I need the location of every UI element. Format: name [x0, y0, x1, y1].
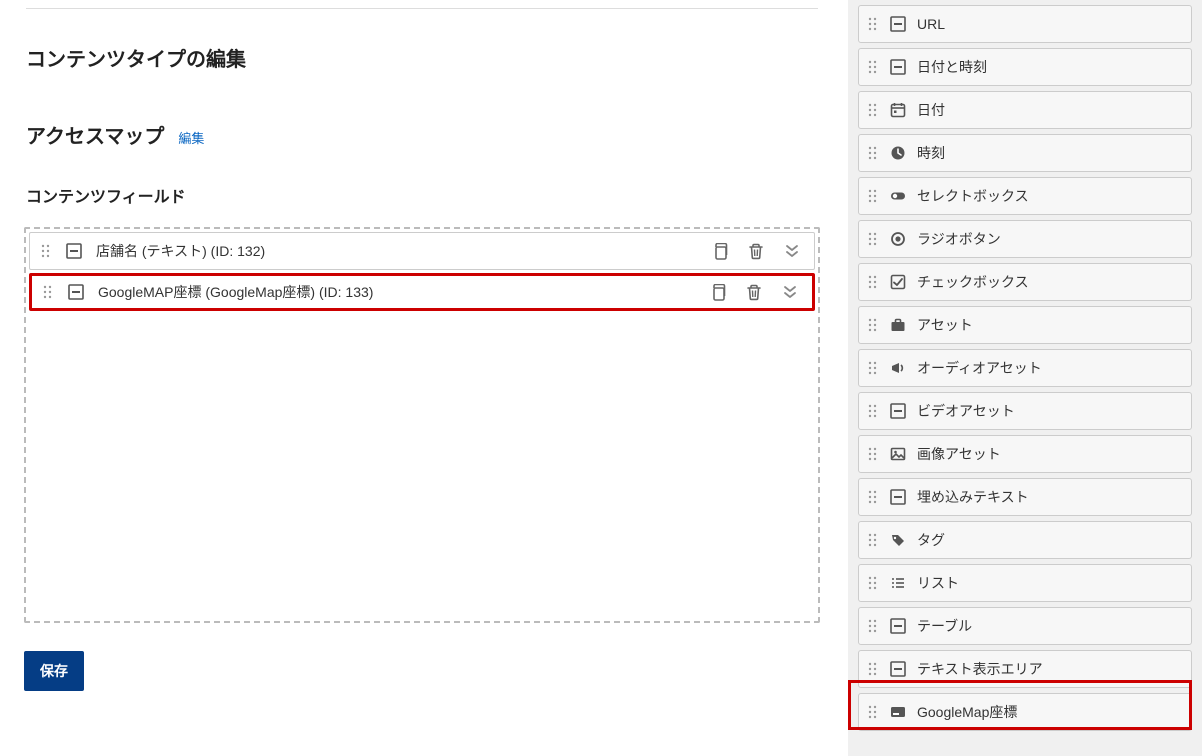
- palette-item-label: タグ: [911, 530, 945, 550]
- drag-handle-icon[interactable]: [32, 284, 62, 300]
- drag-handle-icon[interactable]: [859, 16, 885, 32]
- field-row[interactable]: GoogleMAP座標 (GoogleMap座標) (ID: 133): [29, 273, 815, 311]
- palette-item[interactable]: タグ: [858, 521, 1192, 559]
- palette-item-label: リスト: [911, 573, 959, 593]
- duplicate-icon[interactable]: [710, 284, 726, 301]
- palette-item-label: ラジオボタン: [911, 229, 1001, 249]
- palette-item[interactable]: 日付と時刻: [858, 48, 1192, 86]
- main-content: コンテンツタイプの編集 アクセスマップ 編集 コンテンツフィールド 店舗名 (テ…: [24, 0, 820, 691]
- drag-handle-icon[interactable]: [859, 231, 885, 247]
- palette-item[interactable]: GoogleMap座標: [858, 693, 1192, 731]
- palette-item-label: チェックボックス: [911, 272, 1029, 292]
- list-icon: [885, 575, 911, 591]
- drag-handle-icon[interactable]: [859, 446, 885, 462]
- palette-item-label: GoogleMap座標: [911, 702, 1017, 722]
- field-label: GoogleMAP座標 (GoogleMap座標) (ID: 133): [90, 282, 710, 302]
- text-box-icon: [885, 661, 911, 677]
- palette-item[interactable]: テーブル: [858, 607, 1192, 645]
- fields-drop-panel[interactable]: 店舗名 (テキスト) (ID: 132) GoogleMAP座標 (Google…: [24, 227, 820, 623]
- save-button[interactable]: 保存: [24, 651, 84, 691]
- edit-link[interactable]: 編集: [178, 128, 204, 147]
- drag-handle-icon[interactable]: [859, 575, 885, 591]
- drag-handle-icon[interactable]: [859, 59, 885, 75]
- palette-item-label: オーディオアセット: [911, 358, 1042, 378]
- text-box-icon: [60, 243, 88, 259]
- palette-item-label: 時刻: [911, 143, 945, 163]
- text-box-icon: [62, 284, 90, 300]
- palette-item[interactable]: 日付: [858, 91, 1192, 129]
- expand-icon[interactable]: [782, 284, 798, 300]
- palette-item[interactable]: ラジオボタン: [858, 220, 1192, 258]
- text-box-icon: [885, 618, 911, 634]
- palette-item[interactable]: セレクトボックス: [858, 177, 1192, 215]
- palette-item-label: 埋め込みテキスト: [911, 487, 1029, 507]
- palette-item-label: ビデオアセット: [911, 401, 1015, 421]
- palette-item-label: セレクトボックス: [911, 186, 1029, 206]
- delete-icon[interactable]: [746, 284, 762, 301]
- drag-handle-icon[interactable]: [859, 145, 885, 161]
- palette-item[interactable]: URL: [858, 5, 1192, 43]
- palette-item-label: テーブル: [911, 616, 972, 636]
- palette-item[interactable]: チェックボックス: [858, 263, 1192, 301]
- checkbox-icon: [885, 274, 911, 290]
- delete-icon[interactable]: [748, 243, 764, 260]
- palette-item[interactable]: 画像アセット: [858, 435, 1192, 473]
- palette-item[interactable]: リスト: [858, 564, 1192, 602]
- palette-list: URL 日付と時刻日付時刻セレクトボックスラジオボタンチェックボックスアセットオー…: [858, 5, 1192, 731]
- palette-item[interactable]: 埋め込みテキスト: [858, 478, 1192, 516]
- drag-handle-icon[interactable]: [859, 489, 885, 505]
- page-title: コンテンツタイプの編集: [26, 43, 820, 72]
- card-icon: [885, 704, 911, 720]
- drag-handle-icon[interactable]: [859, 532, 885, 548]
- field-row[interactable]: 店舗名 (テキスト) (ID: 132): [29, 232, 815, 270]
- image-icon: [885, 446, 911, 462]
- clock-icon: [885, 145, 911, 161]
- palette-item-label: 日付と時刻: [911, 57, 987, 77]
- tag-icon: [885, 532, 911, 548]
- text-box-icon: [885, 403, 911, 419]
- palette-item[interactable]: 時刻: [858, 134, 1192, 172]
- drag-handle-icon[interactable]: [859, 704, 885, 720]
- palette-item[interactable]: アセット: [858, 306, 1192, 344]
- top-divider: [26, 8, 818, 9]
- text-box-icon: [885, 16, 911, 32]
- text-box-icon: [885, 59, 911, 75]
- drag-handle-icon[interactable]: [859, 618, 885, 634]
- palette-item[interactable]: オーディオアセット: [858, 349, 1192, 387]
- drag-handle-icon[interactable]: [859, 403, 885, 419]
- text-box-icon: [885, 489, 911, 505]
- field-palette-sidebar: URL 日付と時刻日付時刻セレクトボックスラジオボタンチェックボックスアセットオー…: [848, 0, 1202, 756]
- drag-handle-icon[interactable]: [30, 243, 60, 259]
- palette-item-label: アセット: [911, 315, 973, 335]
- field-label: 店舗名 (テキスト) (ID: 132): [88, 241, 712, 261]
- drag-handle-icon[interactable]: [859, 317, 885, 333]
- drag-handle-icon[interactable]: [859, 661, 885, 677]
- palette-item-label: テキスト表示エリア: [911, 659, 1043, 679]
- fields-heading: コンテンツフィールド: [26, 183, 820, 207]
- palette-item-label: 日付: [911, 100, 945, 120]
- toggle-icon: [885, 188, 911, 204]
- palette-item[interactable]: ビデオアセット: [858, 392, 1192, 430]
- drag-handle-icon[interactable]: [859, 188, 885, 204]
- drag-handle-icon[interactable]: [859, 274, 885, 290]
- duplicate-icon[interactable]: [712, 243, 728, 260]
- content-type-name: アクセスマップ: [26, 120, 164, 149]
- drag-handle-icon[interactable]: [859, 102, 885, 118]
- expand-icon[interactable]: [784, 243, 800, 259]
- radio-icon: [885, 231, 911, 247]
- megaphone-icon: [885, 360, 911, 376]
- drag-handle-icon[interactable]: [859, 360, 885, 376]
- briefcase-icon: [885, 317, 911, 333]
- palette-item-label: URL: [911, 16, 945, 32]
- palette-item[interactable]: テキスト表示エリア: [858, 650, 1192, 688]
- calendar-icon: [885, 102, 911, 118]
- palette-item-label: 画像アセット: [911, 444, 1001, 464]
